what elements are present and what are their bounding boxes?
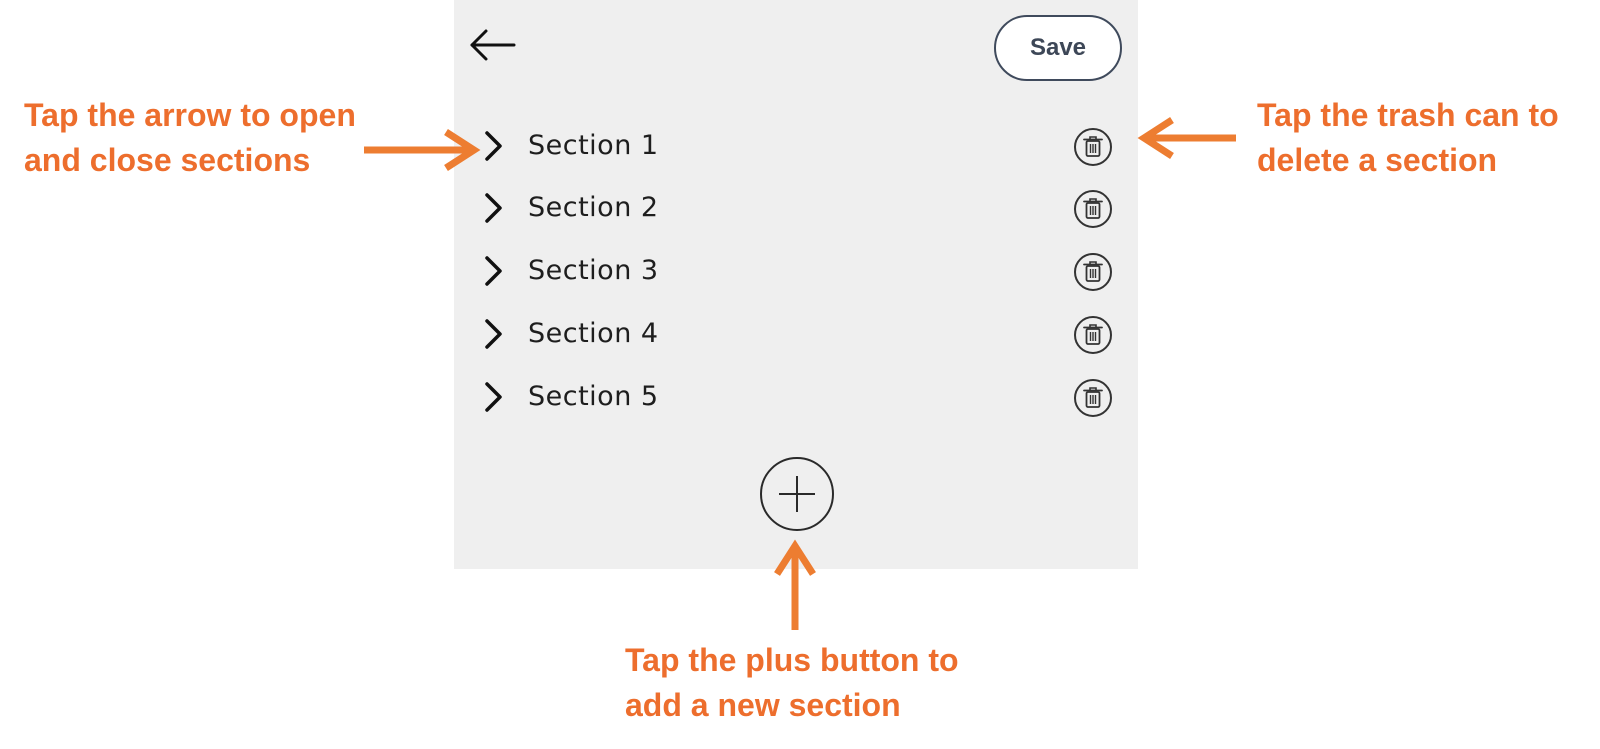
chevron-right-icon — [485, 131, 502, 161]
annotation-text: add a new section — [625, 687, 901, 723]
trash-icon — [1074, 190, 1112, 228]
expand-section-1-button[interactable] — [482, 130, 506, 162]
section-label: Section 1 — [528, 130, 659, 161]
delete-section-1-button[interactable] — [1073, 127, 1113, 167]
expand-section-5-button[interactable] — [482, 381, 506, 413]
section-row-5: Section 5 — [454, 369, 1138, 425]
annotation-text: Tap the trash can to — [1257, 97, 1559, 133]
arrow-left-icon — [470, 29, 516, 61]
chevron-right-icon — [485, 319, 502, 349]
save-button[interactable]: Save — [994, 15, 1122, 81]
section-label: Section 2 — [528, 192, 659, 223]
annotation-text: and close sections — [24, 142, 311, 178]
trash-icon — [1074, 253, 1112, 291]
annotation-text: delete a section — [1257, 142, 1498, 178]
pointer-arrow-up-icon — [774, 539, 816, 630]
plus-hint-annotation: Tap the plus button to add a new section — [625, 638, 959, 728]
trash-icon — [1074, 316, 1112, 354]
trash-icon — [1074, 379, 1112, 417]
delete-section-5-button[interactable] — [1073, 378, 1113, 418]
delete-section-3-button[interactable] — [1073, 252, 1113, 292]
chevron-right-icon — [485, 256, 502, 286]
pointer-arrow-right-icon — [364, 129, 481, 171]
annotation-text: Tap the arrow to open — [24, 97, 356, 133]
section-row-2: Section 2 — [454, 180, 1138, 236]
pointer-arrow-left-icon — [1137, 117, 1236, 159]
add-section-button[interactable] — [759, 456, 835, 532]
chevron-right-icon — [485, 382, 502, 412]
trash-icon — [1074, 128, 1112, 166]
section-row-1: Section 1 — [454, 118, 1138, 174]
trash-hint-annotation: Tap the trash can to delete a section — [1257, 93, 1559, 183]
back-button[interactable] — [468, 22, 516, 62]
section-label: Section 4 — [528, 318, 659, 349]
section-editor-panel: Save Section 1 Section 2 Section 3 Secti… — [454, 0, 1138, 569]
delete-section-4-button[interactable] — [1073, 315, 1113, 355]
plus-icon — [760, 457, 834, 531]
arrow-hint-annotation: Tap the arrow to open and close sections — [24, 93, 356, 183]
section-label: Section 5 — [528, 381, 659, 412]
annotation-text: Tap the plus button to — [625, 642, 959, 678]
chevron-right-icon — [485, 193, 502, 223]
expand-section-4-button[interactable] — [482, 318, 506, 350]
tutorial-canvas: Save Section 1 Section 2 Section 3 Secti… — [0, 0, 1600, 749]
delete-section-2-button[interactable] — [1073, 189, 1113, 229]
section-row-4: Section 4 — [454, 306, 1138, 362]
section-row-3: Section 3 — [454, 243, 1138, 299]
expand-section-2-button[interactable] — [482, 192, 506, 224]
expand-section-3-button[interactable] — [482, 255, 506, 287]
section-label: Section 3 — [528, 255, 659, 286]
